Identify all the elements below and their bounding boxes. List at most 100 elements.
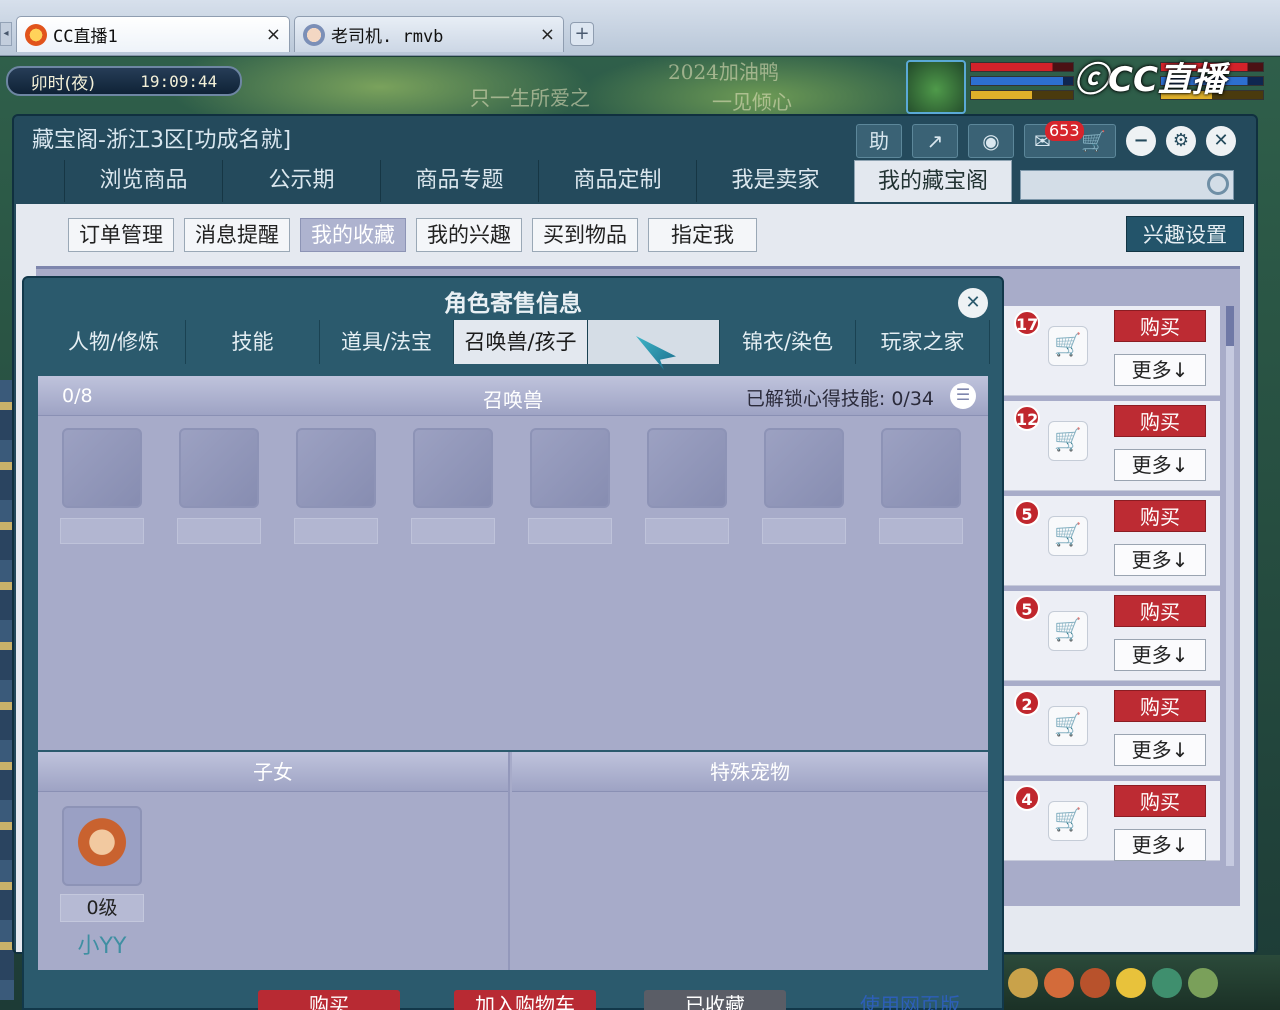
more-button[interactable]: 更多↓	[1114, 544, 1206, 576]
cart-icon[interactable]: 🛒	[1048, 801, 1088, 841]
record-icon[interactable]: ◉	[968, 124, 1014, 158]
sub-tab-assigned[interactable]: 指定我	[648, 218, 757, 252]
tab-outfits[interactable]: 锦衣/染色	[720, 320, 856, 364]
system-icon[interactable]	[1188, 967, 1218, 998]
pet-slot[interactable]	[294, 428, 378, 544]
tab-topics[interactable]: 商品专题	[380, 160, 538, 202]
tab-skills[interactable]: 技能	[186, 320, 320, 364]
close-tab-icon[interactable]: ×	[266, 24, 281, 45]
friend-icon[interactable]	[1152, 967, 1182, 998]
messages-cart-button[interactable]: ✉ 653 🛒	[1024, 121, 1116, 158]
pet-slot[interactable]	[411, 428, 495, 544]
help-button[interactable]: 助	[856, 124, 902, 158]
buy-button[interactable]: 购买	[1114, 405, 1206, 437]
child-level: 0级	[60, 894, 144, 922]
list-item: 2 🛒 购买 更多↓	[1004, 686, 1220, 776]
favorite-count-badge: 5	[1014, 595, 1040, 621]
tab-custom[interactable]: 商品定制	[538, 160, 696, 202]
dialog-tabs: 人物/修炼 技能 道具/法宝 召唤兽/孩子 锦衣/染色 玩家之家	[42, 320, 990, 364]
search-input[interactable]	[1020, 170, 1234, 200]
tab-player-home[interactable]: 玩家之家	[856, 320, 990, 364]
pet-slot[interactable]	[879, 428, 963, 544]
close-window-icon[interactable]: ✕	[1206, 126, 1236, 156]
list-item: 17 🛒 购买 更多↓	[1004, 306, 1220, 396]
more-button[interactable]: 更多↓	[1114, 449, 1206, 481]
more-button[interactable]: 更多↓	[1114, 734, 1206, 766]
favorited-button[interactable]: 已收藏	[644, 990, 786, 1010]
cart-icon[interactable]: 🛒	[1048, 611, 1088, 651]
more-button[interactable]: 更多↓	[1114, 354, 1206, 386]
more-button[interactable]: 更多↓	[1114, 639, 1206, 671]
game-clock: 卯时(夜) 19:09:44	[6, 66, 242, 96]
cart-icon[interactable]: 🛒	[1048, 516, 1088, 556]
sub-tab-messages[interactable]: 消息提醒	[184, 218, 290, 252]
unlocked-skills: 已解锁心得技能: 0/34	[745, 388, 934, 410]
pet-slot[interactable]	[60, 428, 144, 544]
search-icon[interactable]	[1207, 173, 1229, 195]
children-heading: 子女	[38, 752, 508, 792]
pet-slot[interactable]	[528, 428, 612, 544]
buy-button[interactable]: 购买	[1114, 785, 1206, 817]
browser-tab-cc[interactable]: CC直播1 ×	[16, 16, 290, 52]
tab-character[interactable]: 人物/修炼	[42, 320, 186, 364]
cart-icon[interactable]: 🛒	[1048, 326, 1088, 366]
pet-slot[interactable]	[645, 428, 729, 544]
buy-button[interactable]: 购买	[258, 990, 400, 1010]
use-web-version-link[interactable]: 使用网页版	[850, 990, 970, 1010]
browser-tab-strip: ◂ CC直播1 × 老司机. rmvb × +	[0, 0, 1280, 56]
sub-tab-favorites[interactable]: 我的收藏	[300, 218, 406, 252]
close-tab-icon[interactable]: ×	[540, 24, 555, 45]
tab-seller[interactable]: 我是卖家	[696, 160, 854, 202]
list-item: 5 🛒 购买 更多↓	[1004, 496, 1220, 586]
sub-tab-purchased[interactable]: 买到物品	[532, 218, 638, 252]
tab-items[interactable]: 道具/法宝	[320, 320, 454, 364]
pet-slot[interactable]	[762, 428, 846, 544]
sub-tab-interests[interactable]: 我的兴趣	[416, 218, 522, 252]
browser-tab-label: CC直播1	[53, 27, 118, 47]
cc-tab-icon	[25, 23, 47, 46]
tab-my-cangbaoge[interactable]: 我的藏宝阁	[854, 160, 1012, 202]
list-item: 4 🛒 购买 更多↓	[1004, 781, 1220, 861]
scrollbar-thumb[interactable]	[1226, 306, 1234, 346]
peach-icon[interactable]	[1044, 967, 1074, 998]
pet-slot[interactable]	[177, 428, 261, 544]
shield-icon[interactable]	[1080, 967, 1110, 998]
cart-icon[interactable]: 🛒	[1048, 421, 1088, 461]
tab-browse[interactable]: 浏览商品	[64, 160, 222, 202]
browser-tab-video[interactable]: 老司机. rmvb ×	[294, 16, 564, 52]
cart-icon[interactable]: 🛒	[1048, 706, 1088, 746]
clock-time: 19:09:44	[140, 71, 218, 91]
close-dialog-icon[interactable]: ✕	[958, 288, 988, 318]
add-to-cart-button[interactable]: 加入购物车	[454, 990, 596, 1010]
settings-gear-icon[interactable]: ⚙	[1166, 126, 1196, 156]
sub-tab-orders[interactable]: 订单管理	[68, 218, 174, 252]
banner-text-left: 只一生所爱之	[470, 86, 590, 110]
buy-button[interactable]: 购买	[1114, 310, 1206, 342]
cc-live-watermark: ⓒCC直播	[1074, 60, 1226, 100]
list-scrollbar[interactable]	[1226, 306, 1234, 866]
buy-button[interactable]: 购买	[1114, 595, 1206, 627]
video-tab-icon	[303, 23, 325, 46]
favorite-count-badge: 5	[1014, 500, 1040, 526]
game-bottom-toolbar	[1000, 955, 1280, 1010]
list-item: 5 🛒 购买 更多↓	[1004, 591, 1220, 681]
player-avatar[interactable]	[906, 60, 966, 114]
list-menu-icon[interactable]: ☰	[950, 383, 976, 409]
smiley-icon[interactable]	[1116, 967, 1146, 998]
tab-public[interactable]: 公示期	[222, 160, 380, 202]
list-item: 12 🛒 购买 更多↓	[1004, 401, 1220, 491]
buy-button[interactable]: 购买	[1114, 690, 1206, 722]
minimize-icon[interactable]: −	[1126, 126, 1156, 156]
buy-button[interactable]: 购买	[1114, 500, 1206, 532]
bag-icon[interactable]	[1008, 967, 1038, 998]
tab-pets-children[interactable]: 召唤兽/孩子	[454, 320, 588, 364]
tab-scroll-left-icon[interactable]: ◂	[0, 22, 12, 46]
share-icon[interactable]: ↗	[912, 124, 958, 158]
cart-icon: 🛒	[1081, 129, 1107, 153]
new-tab-button[interactable]: +	[570, 22, 594, 46]
child-card[interactable]: 0级 小YY	[60, 806, 144, 960]
interest-settings-button[interactable]: 兴趣设置	[1126, 216, 1244, 252]
special-pets-panel: 特殊宠物	[512, 752, 988, 970]
player-stat-bars	[970, 62, 1074, 104]
more-button[interactable]: 更多↓	[1114, 829, 1206, 861]
